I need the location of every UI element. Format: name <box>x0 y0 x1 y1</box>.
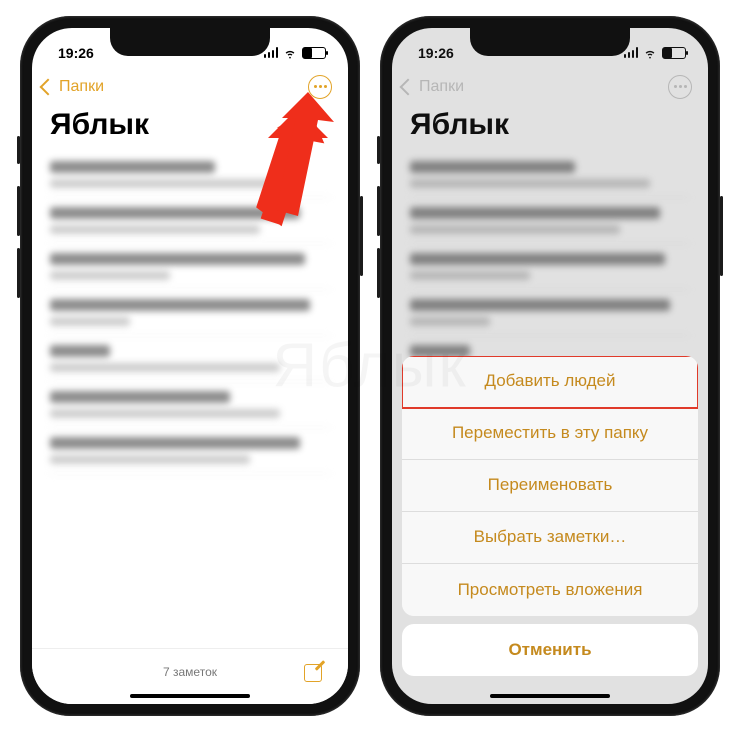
sheet-cancel[interactable]: Отменить <box>402 624 698 676</box>
note-item[interactable] <box>50 152 330 198</box>
action-sheet-group: Добавить людей Переместить в эту папку П… <box>402 356 698 616</box>
back-label: Папки <box>59 78 104 96</box>
battery-icon <box>302 47 326 59</box>
notch <box>470 28 630 56</box>
chevron-left-icon <box>40 78 57 95</box>
sheet-select-notes[interactable]: Выбрать заметки… <box>402 512 698 564</box>
sheet-rename[interactable]: Переименовать <box>402 460 698 512</box>
note-item[interactable] <box>50 198 330 244</box>
sheet-add-people[interactable]: Добавить людей <box>402 356 698 408</box>
compose-button[interactable] <box>304 662 324 682</box>
note-item[interactable] <box>50 428 330 474</box>
notes-count: 7 заметок <box>76 665 304 679</box>
note-item[interactable] <box>50 382 330 428</box>
sheet-move-to-folder[interactable]: Переместить в эту папку <box>402 408 698 460</box>
home-indicator <box>130 694 250 698</box>
status-time: 19:26 <box>58 45 94 61</box>
notch <box>110 28 270 56</box>
note-item[interactable] <box>50 336 330 382</box>
note-item[interactable] <box>50 244 330 290</box>
wifi-icon <box>283 46 297 60</box>
page-title: Яблык <box>32 104 348 152</box>
nav-bar: Папки <box>32 68 348 104</box>
home-indicator <box>490 694 610 698</box>
back-button[interactable]: Папки <box>42 78 104 96</box>
phone-left: 19:26 Папки Яблык <box>20 16 360 716</box>
sheet-view-attachments[interactable]: Просмотреть вложения <box>402 564 698 616</box>
note-item[interactable] <box>50 290 330 336</box>
action-sheet: Добавить людей Переместить в эту папку П… <box>392 356 708 704</box>
phone-right: 19:26 Папки Яблык <box>380 16 720 716</box>
more-button[interactable] <box>308 75 332 99</box>
notes-list <box>32 152 348 474</box>
